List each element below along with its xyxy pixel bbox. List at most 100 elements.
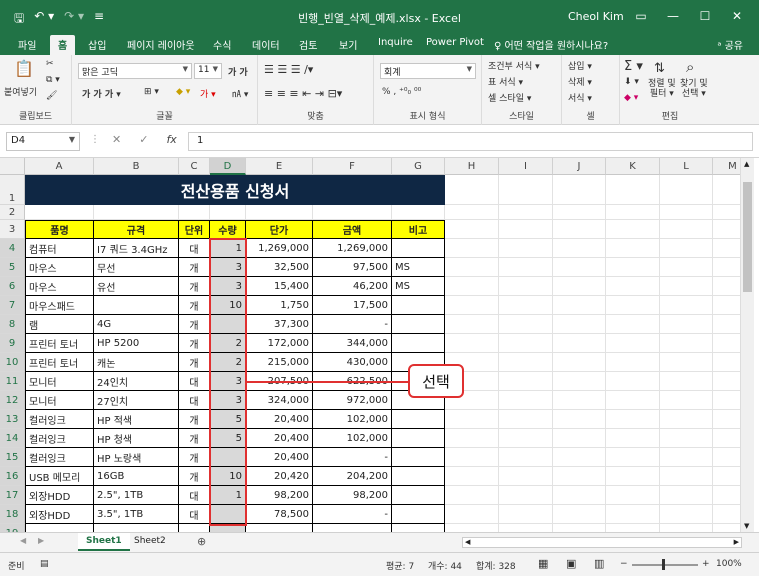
table-header-cell[interactable]: 금액 [313, 220, 392, 239]
add-sheet-icon[interactable]: ⊕ [197, 535, 206, 548]
table-cell[interactable]: 외장HDD [25, 486, 94, 505]
row-header-17[interactable]: 17 [0, 486, 25, 505]
copy-icon[interactable]: ⧉ ▾ [46, 75, 60, 85]
row-header-5[interactable]: 5 [0, 258, 25, 277]
column-header-c[interactable]: C [179, 158, 210, 175]
share-button[interactable]: ᵃ 공유 [718, 37, 744, 52]
sort-filter-icon[interactable]: ⇅ [654, 61, 665, 76]
table-cell[interactable]: 램 [25, 315, 94, 334]
row-header-1[interactable]: 1 [0, 175, 25, 205]
table-cell[interactable]: 마우스 [25, 258, 94, 277]
table-cell[interactable]: 1,750 [246, 296, 313, 315]
scroll-down-icon[interactable]: ▼ [744, 522, 749, 530]
table-cell[interactable]: 97,500 [313, 258, 392, 277]
table-cell[interactable]: HP 적색 [94, 410, 179, 429]
column-header-e[interactable]: E [246, 158, 313, 175]
table-cell[interactable]: 캐논 [94, 353, 179, 372]
zoom-slider[interactable] [632, 564, 698, 566]
clear-icon[interactable]: ◆ ▾ [624, 93, 638, 103]
table-cell[interactable]: 430,000 [313, 353, 392, 372]
table-header-cell[interactable]: 비고 [392, 220, 445, 239]
column-header-g[interactable]: G [392, 158, 445, 175]
enter-icon[interactable]: ✓ [139, 133, 148, 146]
table-cell[interactable]: - [313, 448, 392, 467]
row-header-14[interactable]: 14 [0, 429, 25, 448]
row-header-16[interactable]: 16 [0, 467, 25, 486]
font-name-combo[interactable]: 맑은 고딕 ▼ [78, 63, 192, 79]
table-cell[interactable] [392, 448, 445, 467]
table-cell[interactable]: 215,000 [246, 353, 313, 372]
sheet-tab-sheet1[interactable]: Sheet1 [78, 533, 130, 551]
table-cell[interactable]: HP 노랑색 [94, 448, 179, 467]
row-header-18[interactable]: 18 [0, 505, 25, 524]
table-cell-partial[interactable] [392, 524, 445, 532]
table-cell[interactable]: 2.5", 1TB [94, 486, 179, 505]
scroll-right-icon[interactable]: ▶ [734, 538, 739, 546]
tab-view[interactable]: 보기 [339, 37, 357, 52]
tab-file[interactable]: 파일 [18, 37, 36, 52]
scroll-up-icon[interactable]: ▲ [744, 160, 749, 168]
number-format-buttons[interactable]: % , ⁺⁰₀ ⁰⁰ [382, 87, 421, 97]
table-cell[interactable]: HP 청색 [94, 429, 179, 448]
table-cell[interactable] [94, 296, 179, 315]
row-header-10[interactable]: 10 [0, 353, 25, 372]
tab-inquire[interactable]: Inquire [378, 37, 413, 48]
table-cell[interactable]: 20,400 [246, 429, 313, 448]
table-cell[interactable]: 대 [179, 372, 210, 391]
table-cell[interactable]: 344,000 [313, 334, 392, 353]
worksheet-grid[interactable]: A B C D E F G H I J K L M 1 2 3 4 5 6 7 8 9 10 11 12 13 14 15 16 17 18… [0, 158, 740, 532]
table-cell[interactable]: 20,400 [246, 410, 313, 429]
table-cell[interactable]: 98,200 [313, 486, 392, 505]
table-cell[interactable]: - [313, 505, 392, 524]
table-cell[interactable]: 172,000 [246, 334, 313, 353]
table-cell[interactable]: 대 [179, 486, 210, 505]
table-cell[interactable] [392, 296, 445, 315]
delete-cells-button[interactable]: 삭제 ▾ [568, 75, 592, 88]
table-cell[interactable] [392, 315, 445, 334]
table-cell[interactable]: 개 [179, 296, 210, 315]
normal-view-icon[interactable]: ▦ [538, 557, 548, 570]
formula-input[interactable]: 1 [188, 132, 753, 151]
table-cell[interactable]: 모니터 [25, 391, 94, 410]
paste-button[interactable]: 붙여넣기 [4, 85, 37, 98]
zoom-level[interactable]: 100% [716, 559, 742, 569]
bold-italic-underline[interactable]: 가 가 가 ▾ [82, 87, 121, 100]
table-cell[interactable]: 102,000 [313, 410, 392, 429]
format-painter-icon[interactable]: 🖌 [46, 91, 57, 101]
row-header-9[interactable]: 9 [0, 334, 25, 353]
table-cell[interactable]: 16GB [94, 467, 179, 486]
table-cell[interactable]: 46,200 [313, 277, 392, 296]
format-as-table-button[interactable]: 표 서식 ▾ [488, 75, 523, 88]
table-cell[interactable]: 외장HDD [25, 505, 94, 524]
sheet-tab-sheet2[interactable]: Sheet2 [126, 533, 174, 551]
table-cell[interactable]: 모니터 [25, 372, 94, 391]
table-cell-partial[interactable] [25, 524, 94, 532]
vertical-scroll-thumb[interactable] [743, 182, 752, 292]
table-cell[interactable]: 컬러잉크 [25, 429, 94, 448]
borders-icon[interactable]: ⊞ ▾ [144, 87, 159, 97]
horizontal-scrollbar[interactable]: ◀ ▶ [462, 537, 742, 548]
row-header-3[interactable]: 3 [0, 220, 25, 239]
column-header-d[interactable]: D [210, 158, 246, 175]
select-all-corner[interactable] [0, 158, 25, 175]
table-cell[interactable]: 마우스 [25, 277, 94, 296]
table-cell[interactable]: 프린터 토너 [25, 334, 94, 353]
table-cell[interactable]: 컴퓨터 [25, 239, 94, 258]
status-sum[interactable]: 합계: 328 [476, 559, 516, 572]
column-header-a[interactable]: A [25, 158, 94, 175]
cut-icon[interactable]: ✂ [46, 59, 54, 69]
table-cell[interactable]: 대 [179, 239, 210, 258]
autosum-icon[interactable]: Σ ▾ [624, 59, 643, 74]
row-header-8[interactable]: 8 [0, 315, 25, 334]
tab-power-pivot[interactable]: Power Pivot [426, 37, 484, 48]
column-header-i[interactable]: I [499, 158, 553, 175]
table-cell[interactable]: 1,269,000 [246, 239, 313, 258]
table-cell[interactable]: 개 [179, 467, 210, 486]
table-cell[interactable] [392, 429, 445, 448]
row-header-7[interactable]: 7 [0, 296, 25, 315]
minimize-button[interactable]: — [657, 6, 689, 26]
table-cell[interactable]: 32,500 [246, 258, 313, 277]
tab-insert[interactable]: 삽입 [88, 37, 106, 52]
table-cell[interactable]: 78,500 [246, 505, 313, 524]
table-header-cell[interactable]: 수량 [210, 220, 246, 239]
